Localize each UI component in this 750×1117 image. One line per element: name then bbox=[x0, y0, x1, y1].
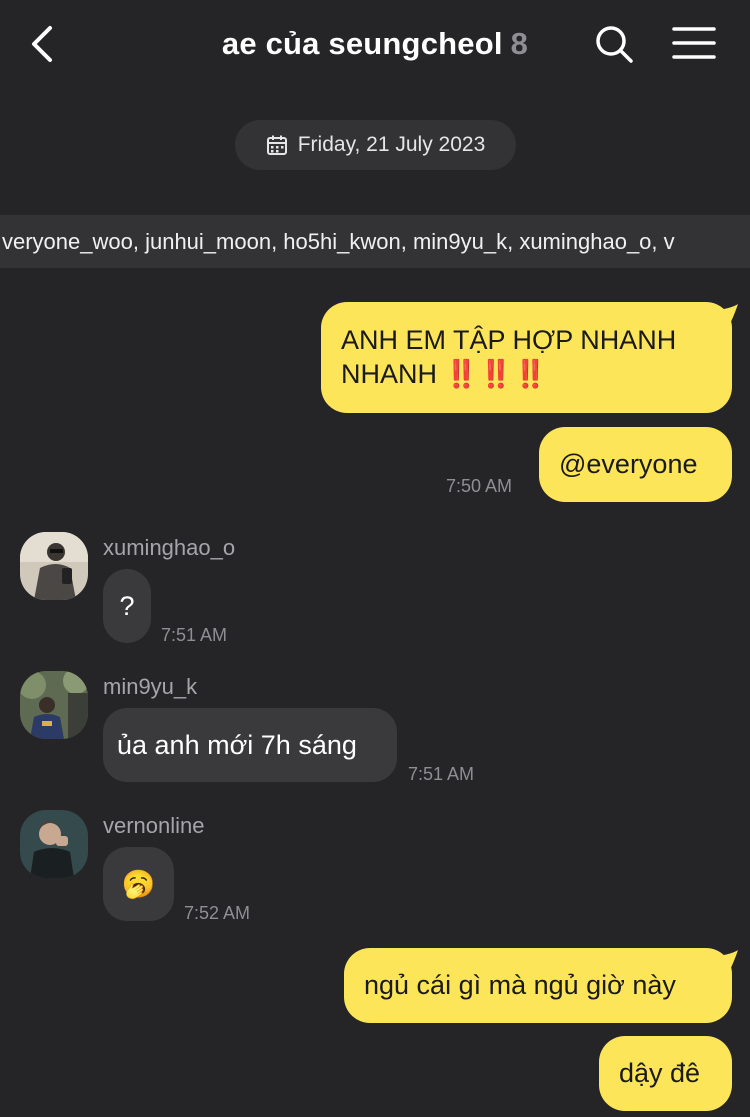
bubble-tail bbox=[718, 950, 738, 974]
date-divider: Friday, 21 July 2023 bbox=[235, 120, 516, 170]
incoming-message-bubble[interactable]: ủa anh mới 7h sáng bbox=[103, 708, 397, 782]
mention-list-text: veryone_woo, junhui_moon, ho5hi_kwon, mi… bbox=[2, 229, 675, 254]
search-icon bbox=[596, 26, 633, 63]
sender-name: vernonline bbox=[103, 813, 205, 838]
message-timestamp: 7:50 AM bbox=[446, 476, 513, 496]
calendar-icon bbox=[266, 135, 287, 155]
sender-name: xuminghao_o bbox=[103, 535, 236, 560]
message-text: ngủ cái gì mà ngủ giờ này bbox=[364, 970, 676, 1000]
message-timestamp: 7:51 AM bbox=[408, 764, 475, 784]
bubble-tail bbox=[718, 304, 738, 328]
avatar-image bbox=[20, 810, 88, 878]
avatar-image bbox=[20, 671, 88, 739]
yawning-face-emoji: 🥱 bbox=[121, 869, 156, 899]
message-text: @everyone bbox=[559, 449, 698, 479]
message-text: ủa anh mới 7h sáng bbox=[117, 730, 357, 760]
incoming-message-bubble[interactable]: 🥱 bbox=[103, 847, 174, 921]
incoming-message-bubble[interactable]: ? bbox=[103, 569, 151, 643]
sender-name: min9yu_k bbox=[103, 674, 198, 699]
member-count: 8 bbox=[510, 26, 529, 61]
avatar-image bbox=[20, 532, 88, 600]
search-button[interactable] bbox=[592, 22, 636, 66]
hamburger-menu-icon bbox=[672, 27, 716, 59]
avatar[interactable] bbox=[20, 532, 88, 600]
avatar[interactable] bbox=[20, 671, 88, 739]
group-name: ae của seungcheol bbox=[221, 26, 503, 61]
double-exclamation-emoji: ‼️‼️‼️ bbox=[444, 359, 549, 389]
message-timestamp: 7:51 AM bbox=[161, 625, 228, 645]
chat-title: ae của seungcheol 8 bbox=[0, 26, 750, 62]
mention-list-bar[interactable]: veryone_woo, junhui_moon, ho5hi_kwon, mi… bbox=[0, 215, 750, 268]
chat-header: ae của seungcheol 8 bbox=[0, 0, 750, 90]
message-text: dậy đê bbox=[619, 1058, 701, 1088]
message-timestamp: 7:52 AM bbox=[184, 903, 251, 923]
outgoing-message-bubble[interactable]: ngủ cái gì mà ngủ giờ này bbox=[344, 948, 732, 1023]
date-text: Friday, 21 July 2023 bbox=[297, 133, 486, 156]
outgoing-message-bubble[interactable]: @everyone bbox=[539, 427, 732, 502]
menu-button[interactable] bbox=[672, 24, 716, 64]
avatar[interactable] bbox=[20, 810, 88, 878]
outgoing-message-bubble[interactable]: dậy đê bbox=[599, 1036, 732, 1111]
outgoing-message-bubble[interactable]: ANH EM TẬP HỢP NHANH NHANH ‼️‼️‼️ bbox=[321, 302, 732, 413]
message-text: ? bbox=[119, 591, 135, 621]
